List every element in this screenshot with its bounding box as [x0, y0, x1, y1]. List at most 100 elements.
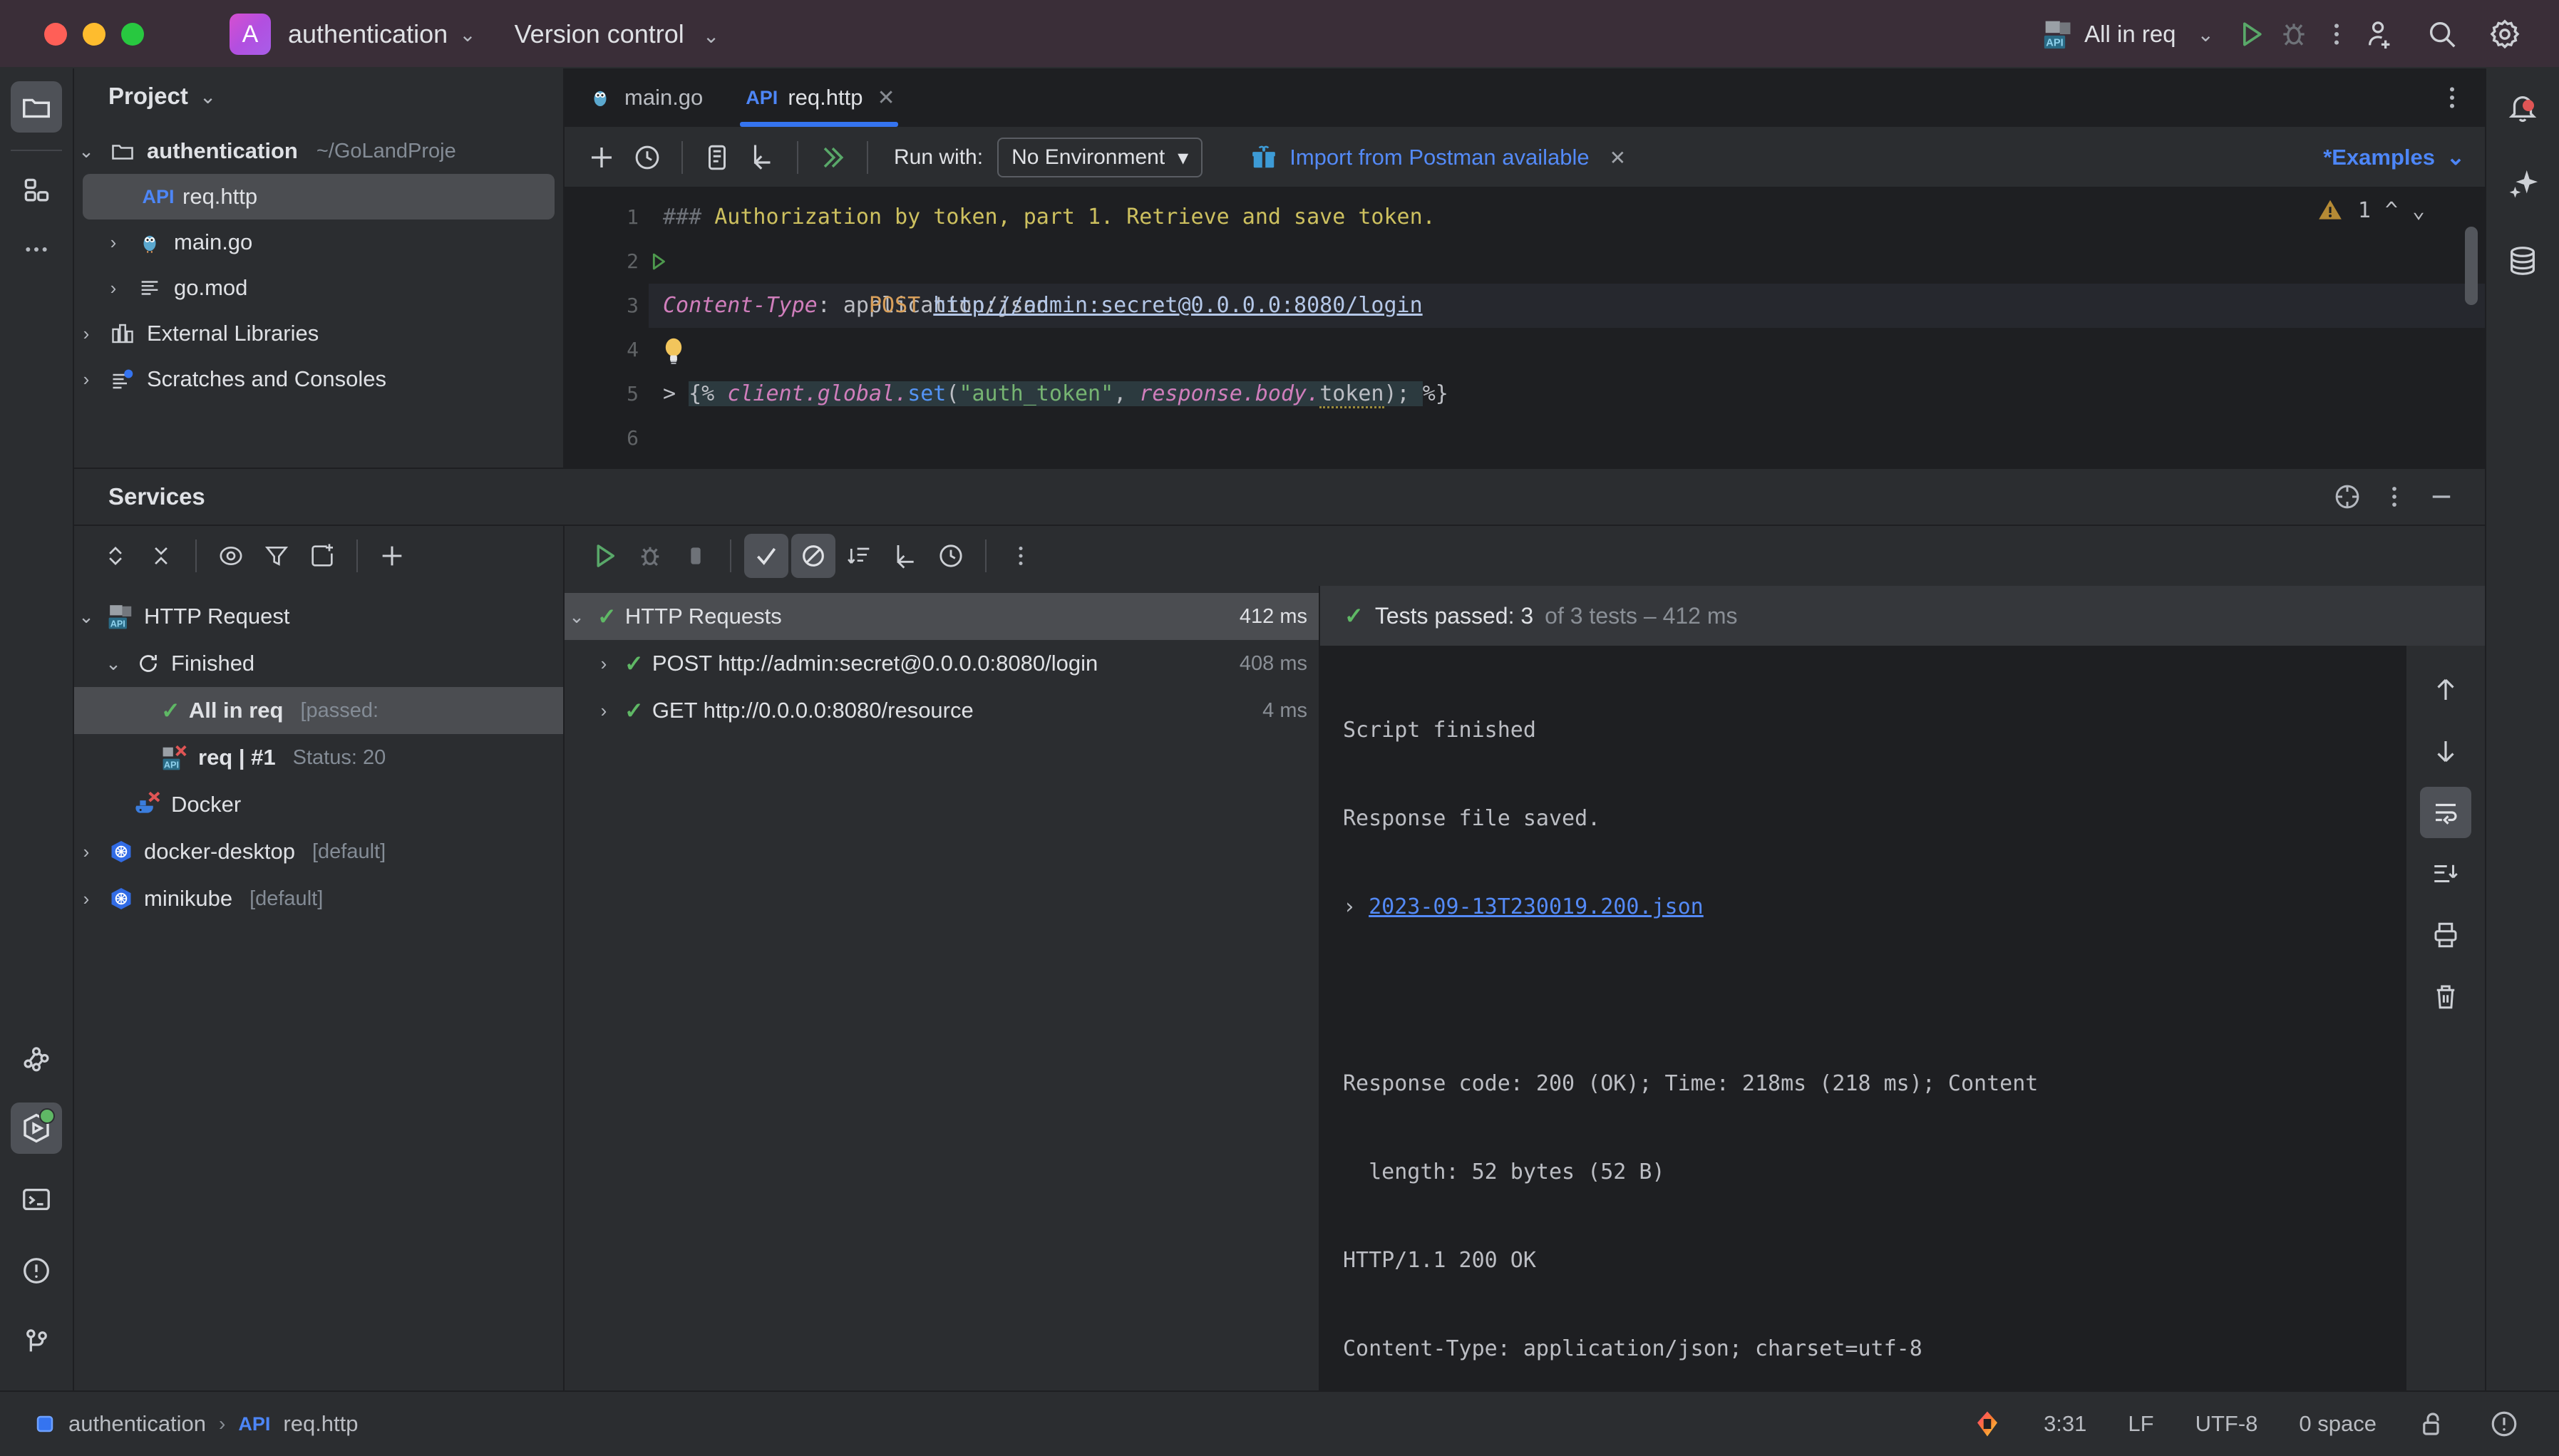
add-tab-icon[interactable] [301, 535, 344, 577]
close-icon[interactable]: ✕ [1610, 146, 1626, 170]
database-icon[interactable] [2497, 235, 2548, 286]
ai-assistant-status-icon[interactable] [1972, 1409, 2002, 1439]
show-hide-icon[interactable] [210, 535, 252, 577]
chevron-right-icon[interactable]: › [74, 323, 98, 345]
chevron-right-icon[interactable]: › [101, 232, 125, 254]
response-file-link[interactable]: 2023-09-13T230019.200.json [1369, 894, 1704, 919]
request-url-link[interactable]: http://admin:secret@0.0.0.0:8080/login [933, 293, 1422, 318]
run-button[interactable] [2230, 13, 2272, 56]
examples-panel-icon[interactable] [696, 136, 738, 179]
scroll-up-icon[interactable] [2420, 664, 2471, 716]
chevron-right-icon[interactable]: › [74, 841, 98, 863]
history-icon[interactable] [930, 535, 972, 577]
chevron-down-icon[interactable]: ⌄ [459, 23, 475, 46]
terminal-icon[interactable] [11, 1174, 62, 1225]
history-icon[interactable] [626, 136, 669, 179]
breadcrumb-file[interactable]: req.http [283, 1411, 358, 1437]
file-encoding[interactable]: UTF-8 [2195, 1411, 2258, 1437]
expand-collapse-icon[interactable] [94, 535, 137, 577]
version-control-icon[interactable] [11, 1316, 62, 1368]
minimize-window-button[interactable] [83, 23, 105, 46]
debug-button[interactable] [2272, 13, 2315, 56]
search-icon[interactable] [2421, 13, 2463, 56]
chevron-right-icon[interactable]: › [74, 888, 98, 910]
run-configuration-selector[interactable]: API All in req ⌄ [2043, 19, 2214, 50]
sidebar-item-services[interactable] [11, 1103, 62, 1154]
chevron-down-icon[interactable]: ⌄ [74, 606, 98, 628]
editor-tabs-more[interactable] [2438, 68, 2485, 127]
chevron-down-icon[interactable]: ⌄ [74, 140, 98, 162]
close-icon[interactable]: ✕ [877, 86, 895, 110]
filter-icon[interactable] [255, 535, 298, 577]
scroll-to-end-icon[interactable] [2420, 848, 2471, 899]
sidebar-item-structure[interactable] [11, 165, 62, 217]
more-tool-windows-icon[interactable] [11, 224, 62, 275]
sort-icon[interactable] [838, 535, 881, 577]
expand-arrow-icon[interactable]: › [1343, 894, 1356, 919]
test-node-http-requests[interactable]: ⌄ ✓ HTTP Requests 412 ms [565, 593, 1319, 640]
editor-scrollbar-thumb[interactable] [2465, 227, 2478, 305]
more-actions-button[interactable] [2315, 13, 2358, 56]
show-ignored-tests-toggle[interactable] [791, 534, 835, 578]
service-item-docker[interactable]: › Docker [74, 781, 563, 828]
indent-setting[interactable]: 0 space [2299, 1411, 2377, 1437]
debug-icon[interactable] [629, 535, 671, 577]
add-request-icon[interactable] [580, 136, 623, 179]
version-control-menu[interactable]: Version control ⌄ [515, 19, 720, 49]
service-item-http-request[interactable]: ⌄ API HTTP Request [74, 593, 563, 640]
examples-dropdown[interactable]: *Examples ⌄ [2323, 145, 2465, 170]
caret-position[interactable]: 3:31 [2044, 1411, 2086, 1437]
collapse-icon[interactable] [741, 136, 784, 179]
add-user-icon[interactable] [2358, 13, 2401, 56]
ai-assistant-icon[interactable] [2497, 158, 2548, 210]
chevron-down-icon[interactable]: ⌄ [565, 606, 589, 628]
collapse-all-icon[interactable] [140, 535, 182, 577]
tree-item-external-libraries[interactable]: › External Libraries [74, 311, 563, 356]
chevron-down-icon[interactable]: ⌄ [200, 85, 216, 108]
code-content[interactable]: ### Authorization by token, part 1. Retr… [649, 188, 2485, 468]
stop-icon[interactable] [674, 535, 717, 577]
service-item-all-in-req[interactable]: › ✓ All in req [passed: [74, 687, 563, 734]
tree-item-main-go[interactable]: › main.go [74, 220, 563, 265]
project-name-label[interactable]: authentication [288, 19, 448, 49]
chevron-down-icon[interactable]: ⌄ [2198, 23, 2214, 46]
rerun-icon[interactable] [583, 535, 626, 577]
run-all-requests-icon[interactable] [811, 136, 854, 179]
close-window-button[interactable] [44, 23, 67, 46]
test-node-get-resource[interactable]: › ✓ GET http://0.0.0.0:8080/resource 4 m… [565, 687, 1319, 734]
tab-main-go[interactable]: main.go [565, 68, 724, 127]
clear-all-icon[interactable] [2420, 971, 2471, 1022]
show-passed-tests-toggle[interactable] [744, 534, 788, 578]
line-separator[interactable]: LF [2128, 1411, 2153, 1437]
previous-problem-icon[interactable]: ^ [2385, 198, 2398, 223]
intention-bulb-icon[interactable] [661, 248, 686, 364]
import-from-postman-banner[interactable]: Import from Postman available ✕ [1250, 143, 1626, 172]
service-item-req-1[interactable]: › API req | #1 Status: 20 [74, 734, 563, 781]
minimize-tool-window-icon[interactable] [2426, 482, 2456, 512]
notifications-icon[interactable] [2497, 81, 2548, 133]
code-editor[interactable]: 1 2 3 4 5 6 ### Authorization by token, … [565, 188, 2485, 468]
breadcrumb-project[interactable]: authentication [68, 1411, 206, 1437]
soft-wrap-icon[interactable] [2420, 787, 2471, 838]
services-graph-icon[interactable] [11, 1031, 62, 1083]
test-node-post-login[interactable]: › ✓ POST http://admin:secret@0.0.0.0:808… [565, 640, 1319, 687]
print-icon[interactable] [2420, 909, 2471, 961]
chevron-right-icon[interactable]: › [74, 368, 98, 391]
notification-icon[interactable] [2489, 1409, 2519, 1439]
project-avatar[interactable]: A [230, 14, 271, 55]
service-item-docker-desktop[interactable]: › docker-desktop [default] [74, 828, 563, 875]
tree-item-scratches[interactable]: › Scratches and Consoles [74, 356, 563, 402]
tree-item-authentication[interactable]: ⌄ authentication ~/GoLandProje [74, 128, 563, 174]
maximize-window-button[interactable] [121, 23, 144, 46]
chevron-right-icon[interactable]: › [101, 277, 125, 299]
environment-select[interactable]: No Environment ▾ [997, 138, 1203, 177]
more-options-icon[interactable] [2381, 483, 2408, 510]
chevron-right-icon[interactable]: › [592, 700, 616, 722]
chevron-down-icon[interactable]: ⌄ [703, 24, 719, 48]
tree-item-go-mod[interactable]: › go.mod [74, 265, 563, 311]
lock-icon[interactable] [2418, 1409, 2448, 1439]
more-icon[interactable] [999, 535, 1042, 577]
gear-icon[interactable] [2483, 13, 2526, 56]
add-service-icon[interactable] [371, 535, 413, 577]
tab-req-http[interactable]: API req.http ✕ [724, 68, 916, 127]
